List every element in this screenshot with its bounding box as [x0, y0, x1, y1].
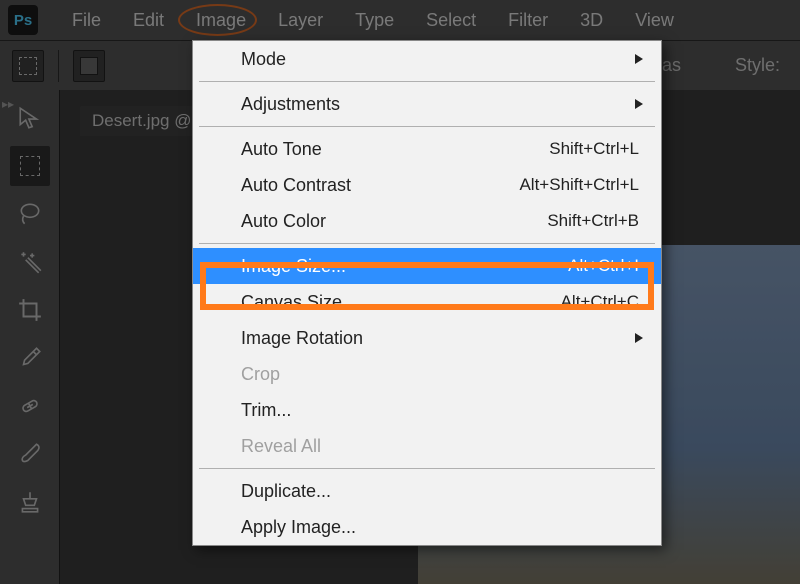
menu-item-crop: Crop	[193, 356, 661, 392]
menu-item-mode[interactable]: Mode	[193, 41, 661, 77]
menu-item-auto-color[interactable]: Auto ColorShift+Ctrl+B	[193, 203, 661, 239]
menu-item-auto-contrast[interactable]: Auto ContrastAlt+Shift+Ctrl+L	[193, 167, 661, 203]
move-tool[interactable]	[10, 98, 50, 138]
menu-image[interactable]: Image	[180, 4, 262, 37]
menu-layer[interactable]: Layer	[262, 4, 339, 37]
menu-item-duplicate[interactable]: Duplicate...	[193, 473, 661, 509]
menu-3d[interactable]: 3D	[564, 4, 619, 37]
menu-item-image-size[interactable]: Image Size...Alt+Ctrl+I	[193, 248, 661, 284]
crop-tool[interactable]	[10, 290, 50, 330]
menu-item-trim[interactable]: Trim...	[193, 392, 661, 428]
photoshop-logo: Ps	[8, 5, 38, 35]
healing-brush-tool[interactable]	[10, 386, 50, 426]
menu-file[interactable]: File	[56, 4, 117, 37]
style-label: Style:	[735, 55, 780, 76]
brush-tool[interactable]	[10, 434, 50, 474]
menu-item-reveal-all: Reveal All	[193, 428, 661, 464]
menu-item-adjustments[interactable]: Adjustments	[193, 86, 661, 122]
menu-item-canvas-size[interactable]: Canvas Size...Alt+Ctrl+C	[193, 284, 661, 320]
document-tab[interactable]: Desert.jpg @	[80, 106, 203, 136]
optionsbar-as-label: as	[662, 55, 681, 76]
eyedropper-tool[interactable]	[10, 338, 50, 378]
menu-view[interactable]: View	[619, 4, 690, 37]
tool-preset-icon[interactable]	[12, 50, 44, 82]
menu-select[interactable]: Select	[410, 4, 492, 37]
menu-bar: Ps File Edit Image Layer Type Select Fil…	[0, 0, 800, 40]
image-menu-dropdown: Mode Adjustments Auto ToneShift+Ctrl+L A…	[192, 40, 662, 546]
menu-item-apply-image[interactable]: Apply Image...	[193, 509, 661, 545]
clone-stamp-tool[interactable]	[10, 482, 50, 522]
menu-edit[interactable]: Edit	[117, 4, 180, 37]
lasso-tool[interactable]	[10, 194, 50, 234]
tools-panel: ▸▸	[0, 90, 60, 584]
menu-filter[interactable]: Filter	[492, 4, 564, 37]
magic-wand-tool[interactable]	[10, 242, 50, 282]
menu-type[interactable]: Type	[339, 4, 410, 37]
selection-new-icon[interactable]	[73, 50, 105, 82]
marquee-tool[interactable]	[10, 146, 50, 186]
menu-item-auto-tone[interactable]: Auto ToneShift+Ctrl+L	[193, 131, 661, 167]
menu-item-image-rotation[interactable]: Image Rotation	[193, 320, 661, 356]
